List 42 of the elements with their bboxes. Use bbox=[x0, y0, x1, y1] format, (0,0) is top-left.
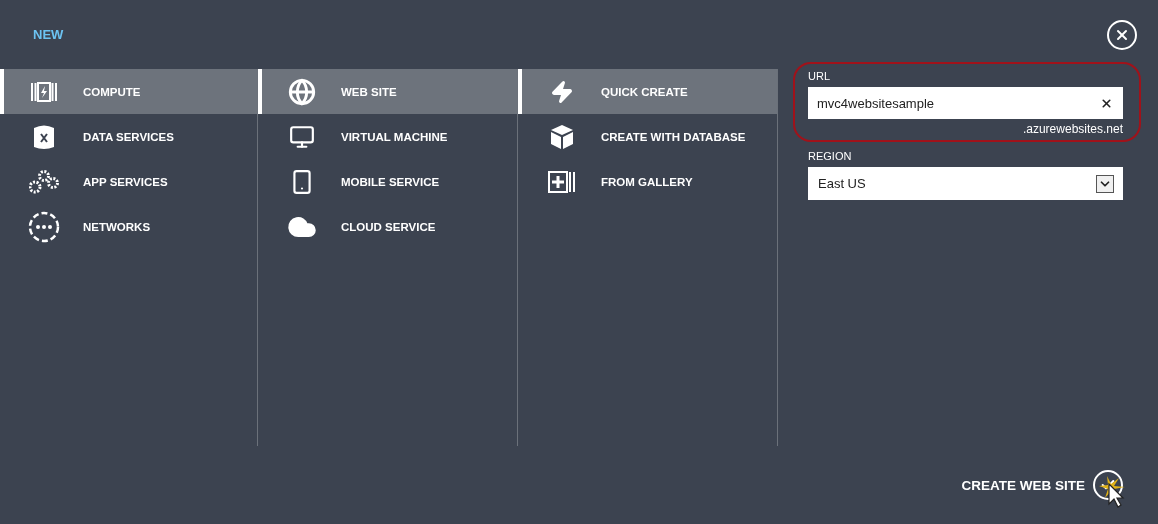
globe-icon bbox=[287, 77, 316, 106]
close-button[interactable] bbox=[1107, 19, 1137, 50]
page-title: NEW bbox=[33, 27, 64, 42]
menu-item[interactable]: NETWORKS bbox=[0, 204, 257, 249]
create-label: CREATE WEB SITE bbox=[961, 477, 1085, 493]
lightning-icon bbox=[549, 79, 574, 104]
menu-item[interactable]: VIRTUAL MACHINE bbox=[258, 114, 517, 159]
network-icon bbox=[27, 210, 60, 243]
gears-icon bbox=[28, 169, 59, 194]
menu-item-label: QUICK CREATE bbox=[601, 85, 688, 98]
menu-item-label: DATA SERVICES bbox=[83, 130, 174, 143]
box-icon bbox=[549, 123, 574, 150]
menu-item[interactable]: APP SERVICES bbox=[0, 159, 257, 204]
menu-item-label: VIRTUAL MACHINE bbox=[341, 130, 448, 143]
menu-item[interactable]: WEB SITE bbox=[258, 69, 517, 114]
domain-suffix: .azurewebsites.net bbox=[1022, 122, 1123, 136]
caret-icon[interactable] bbox=[1096, 174, 1114, 193]
database-icon bbox=[33, 123, 54, 150]
menu-item[interactable]: QUICK CREATE bbox=[518, 69, 777, 114]
menu-item[interactable]: CLOUD SERVICE bbox=[258, 204, 517, 249]
menu-item-label: COMPUTE bbox=[83, 85, 141, 98]
region-value: East US bbox=[818, 176, 866, 191]
menu-item[interactable]: MOBILE SERVICE bbox=[258, 159, 517, 204]
monitor-icon bbox=[288, 123, 315, 150]
menu-item-label: CREATE WITH DATABASE bbox=[601, 130, 746, 143]
menu-item[interactable]: FROM GALLERY bbox=[518, 159, 777, 204]
menu-item-label: WEB SITE bbox=[341, 85, 397, 98]
menu-item-label: CLOUD SERVICE bbox=[341, 220, 436, 233]
menu-item[interactable]: DATA SERVICES bbox=[0, 114, 257, 159]
clear-icon[interactable] bbox=[1100, 97, 1113, 110]
url-field[interactable]: mvc4websitesample bbox=[808, 87, 1123, 119]
url-label: URL bbox=[808, 70, 831, 82]
menu-item-label: FROM GALLERY bbox=[601, 175, 693, 188]
region-dropdown[interactable]: East US bbox=[808, 167, 1123, 200]
menu-item[interactable]: CREATE WITH DATABASE bbox=[518, 114, 777, 159]
menu-item-label: NETWORKS bbox=[83, 220, 151, 233]
region-label: REGION bbox=[808, 150, 853, 162]
menu-item-label: APP SERVICES bbox=[83, 175, 168, 188]
server-rack-icon bbox=[30, 81, 57, 102]
menu-item[interactable]: COMPUTE bbox=[0, 69, 257, 114]
gallery-icon bbox=[547, 170, 576, 193]
menu-item-label: MOBILE SERVICE bbox=[341, 175, 440, 188]
